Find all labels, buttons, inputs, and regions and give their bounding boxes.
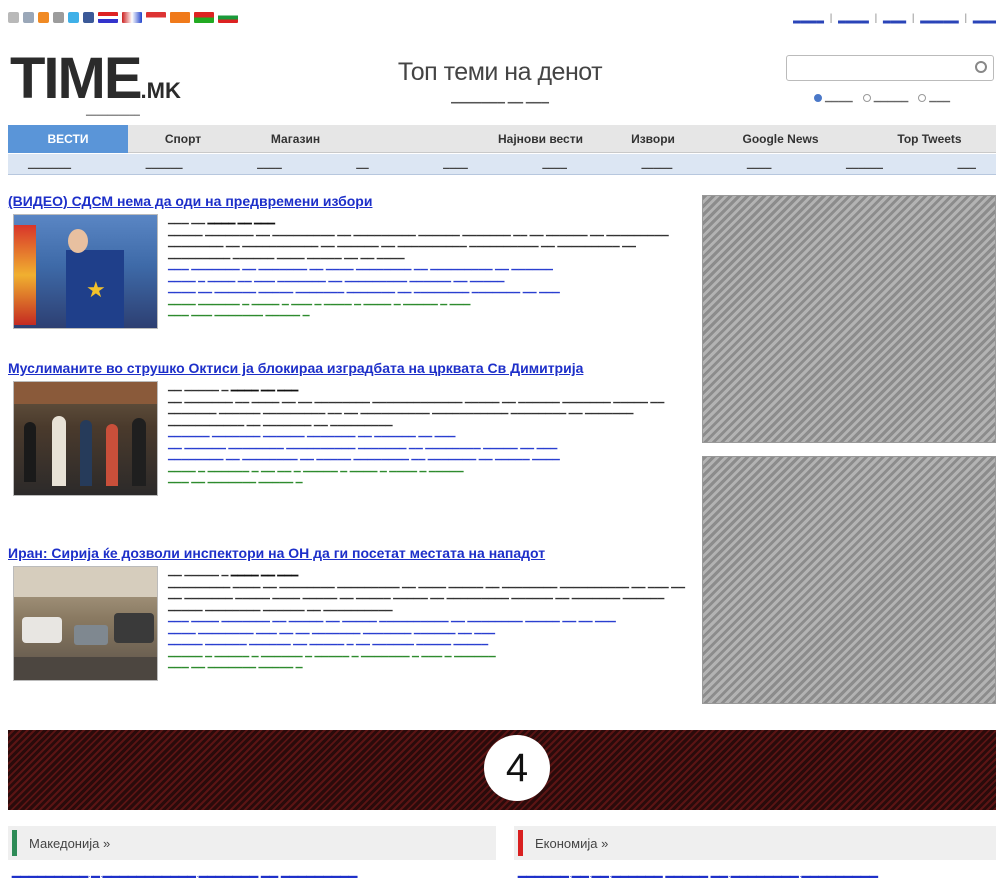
social-icons bbox=[8, 12, 238, 23]
subnav-item[interactable]: ▁▁▁▁ bbox=[747, 160, 772, 169]
subnav-item[interactable]: ▁▁▁▁ bbox=[542, 160, 567, 169]
search-icon[interactable] bbox=[975, 61, 987, 73]
flag-red-icon[interactable] bbox=[194, 12, 214, 23]
article-item: Иран: Сирија ќе дозволи инспектори на ОН… bbox=[8, 545, 688, 681]
tab-izvori[interactable]: Извори bbox=[608, 132, 698, 146]
facebook-icon[interactable] bbox=[83, 12, 94, 23]
vehicle-shape bbox=[74, 625, 108, 645]
updated-time: ▁▁▁▁▁▁▁ ▁▁ ▁▁▁ bbox=[451, 93, 549, 104]
section-header-ekonomija[interactable]: Економија » bbox=[514, 826, 996, 860]
subnav-item[interactable]: ▁▁▁▁ bbox=[443, 160, 468, 169]
sub-navigation: ▁▁▁▁▁▁▁ ▁▁▁▁▁▁ ▁▁▁▁ ▁▁ ▁▁▁▁ ▁▁▁▁ ▁▁▁▁▁ ▁… bbox=[8, 154, 996, 175]
person-shape bbox=[106, 424, 118, 486]
tab-vesti[interactable]: ВЕСТИ bbox=[8, 124, 128, 153]
article-item: (ВИДЕО) СДСМ нема да оди на предвремени … bbox=[8, 193, 688, 329]
article-item: Муслиманите во струшко Октиси ја блокира… bbox=[8, 360, 688, 496]
section-article-link[interactable]: ▁▁▁▁▁▁ ▁▁ ▁▁ ▁▁▁▁▁▁ ▁▁▁▁▁ ▁▁ ▁▁▁▁▁▁▁▁ ▁▁… bbox=[518, 866, 988, 879]
main-navigation: ВЕСТИ Спорт Магазин Најнови вести Извори… bbox=[8, 124, 996, 153]
article-title[interactable]: Муслиманите во струшко Октиси ја блокира… bbox=[8, 360, 688, 377]
radio-option-3[interactable]: ▁▁▁ bbox=[918, 92, 950, 103]
article-title[interactable]: Иран: Сирија ќе дозволи инспектори на ОН… bbox=[8, 545, 688, 562]
tab-magazin[interactable]: Магазин bbox=[238, 132, 353, 146]
section-label: Економија » bbox=[535, 835, 609, 851]
subnav-item[interactable]: ▁▁▁▁▁▁ bbox=[846, 160, 883, 169]
mail-icon[interactable] bbox=[53, 12, 64, 23]
subnav-item[interactable]: ▁▁▁▁ bbox=[257, 160, 282, 169]
article-thumbnail[interactable] bbox=[13, 566, 158, 681]
section-accent-bar bbox=[518, 830, 523, 856]
roof-shape bbox=[14, 382, 157, 404]
vehicle-shape bbox=[22, 617, 62, 643]
section-article-link[interactable]: ▁▁▁▁▁▁▁▁▁ ▁ ▁▁▁▁▁▁▁▁▁▁▁ ▁▁▁▁▁▁▁ ▁▁ ▁▁▁▁▁… bbox=[12, 866, 492, 879]
radio-option-2[interactable]: ▁▁▁▁▁ bbox=[862, 92, 908, 103]
star-icon: ★ bbox=[86, 277, 106, 302]
flag-orange-icon[interactable] bbox=[170, 12, 190, 23]
home-icon[interactable] bbox=[8, 12, 19, 23]
subnav-item[interactable]: ▁▁▁ bbox=[958, 160, 976, 169]
section-label: Македонија » bbox=[29, 835, 111, 851]
logo-tagline: ▁▁▁▁▁▁▁▁▁▁ bbox=[86, 109, 140, 116]
sky-shape bbox=[14, 567, 157, 597]
ad-placeholder[interactable] bbox=[702, 195, 996, 443]
twitter-icon[interactable] bbox=[68, 12, 79, 23]
banner-ad[interactable]: 4 bbox=[8, 730, 996, 810]
person-shape bbox=[132, 418, 146, 486]
ad-placeholder[interactable] bbox=[702, 456, 996, 704]
search-input[interactable] bbox=[786, 55, 994, 81]
radio-dot-icon bbox=[814, 93, 822, 102]
rss-icon[interactable] bbox=[38, 12, 49, 23]
top-utility-bar: ▂▂▂▂ | ▂▂▂▂ | ▂▂▂ | ▂▂▂▂▂ | ▂▂▂ bbox=[0, 0, 996, 38]
logo-main: TIME bbox=[10, 46, 143, 111]
subnav-item[interactable]: ▁▁▁▁▁▁▁ bbox=[28, 160, 71, 169]
radio-dot-icon bbox=[862, 93, 871, 102]
flag-mk-icon[interactable] bbox=[146, 12, 166, 23]
article-thumbnail[interactable] bbox=[13, 381, 158, 496]
top-links[interactable]: ▂▂▂▂ | ▂▂▂▂ | ▂▂▂ | ▂▂▂▂▂ | ▂▂▂ bbox=[793, 13, 996, 24]
tab-top-tweets[interactable]: Top Tweets bbox=[863, 132, 996, 146]
article-thumbnail[interactable]: ★ bbox=[13, 214, 158, 329]
person-shape bbox=[68, 229, 88, 253]
page-heading: Топ теми на денот ▁▁▁▁▁▁▁ ▁▁ ▁▁▁ bbox=[360, 58, 640, 104]
article-text: ▁▁▁ ▁▁ ▁▁▁▁ ▁▁ ▁▁▁ ▁▁▁▁▁ ▁▁▁▁▁▁▁ ▁▁ ▁▁▁▁… bbox=[168, 214, 669, 316]
page-title: Топ теми на денот bbox=[397, 58, 603, 86]
radio-dot-icon bbox=[918, 93, 927, 102]
ground-shape bbox=[14, 657, 157, 680]
radio-option-1[interactable]: ▁▁▁▁ bbox=[814, 92, 853, 103]
logo-suffix: .MK bbox=[140, 78, 181, 103]
person-shape bbox=[52, 416, 66, 486]
section-accent-bar bbox=[12, 830, 17, 856]
bookmark-icon[interactable] bbox=[23, 12, 34, 23]
subnav-item[interactable]: ▁▁ bbox=[356, 160, 368, 169]
flag-uk-icon[interactable] bbox=[122, 12, 142, 23]
search-scope-options: ▁▁▁▁ ▁▁▁▁▁ ▁▁▁ bbox=[814, 92, 950, 103]
person-shape bbox=[24, 422, 36, 482]
flag-bg-icon[interactable] bbox=[218, 12, 238, 23]
tab-google-news[interactable]: Google News bbox=[698, 132, 863, 146]
subnav-item[interactable]: ▁▁▁▁▁ bbox=[642, 160, 673, 169]
annotation-badge: 4 bbox=[484, 735, 550, 801]
tab-najnovi-vesti[interactable]: Најнови вести bbox=[473, 132, 608, 146]
vehicle-shape bbox=[114, 613, 154, 643]
article-text: ▁▁ ▁▁▁▁▁ ▁ ▁▁▁▁ ▁▁ ▁▁▁ ▁▁▁▁▁▁▁▁▁ ▁▁▁▁ ▁▁… bbox=[168, 566, 686, 668]
subnav-item[interactable]: ▁▁▁▁▁▁ bbox=[146, 160, 183, 169]
tab-sport[interactable]: Спорт bbox=[128, 132, 238, 146]
article-text: ▁▁ ▁▁▁▁▁ ▁ ▁▁▁▁ ▁▁ ▁▁▁ ▁▁ ▁▁▁▁▁▁▁ ▁▁ ▁▁▁… bbox=[168, 381, 665, 483]
person-shape bbox=[80, 420, 92, 486]
article-title[interactable]: (ВИДЕО) СДСМ нема да оди на предвремени … bbox=[8, 193, 688, 210]
flag-shape bbox=[14, 225, 36, 325]
section-header-makedonija[interactable]: Македонија » bbox=[8, 826, 496, 860]
flag-en-icon[interactable] bbox=[98, 12, 118, 23]
